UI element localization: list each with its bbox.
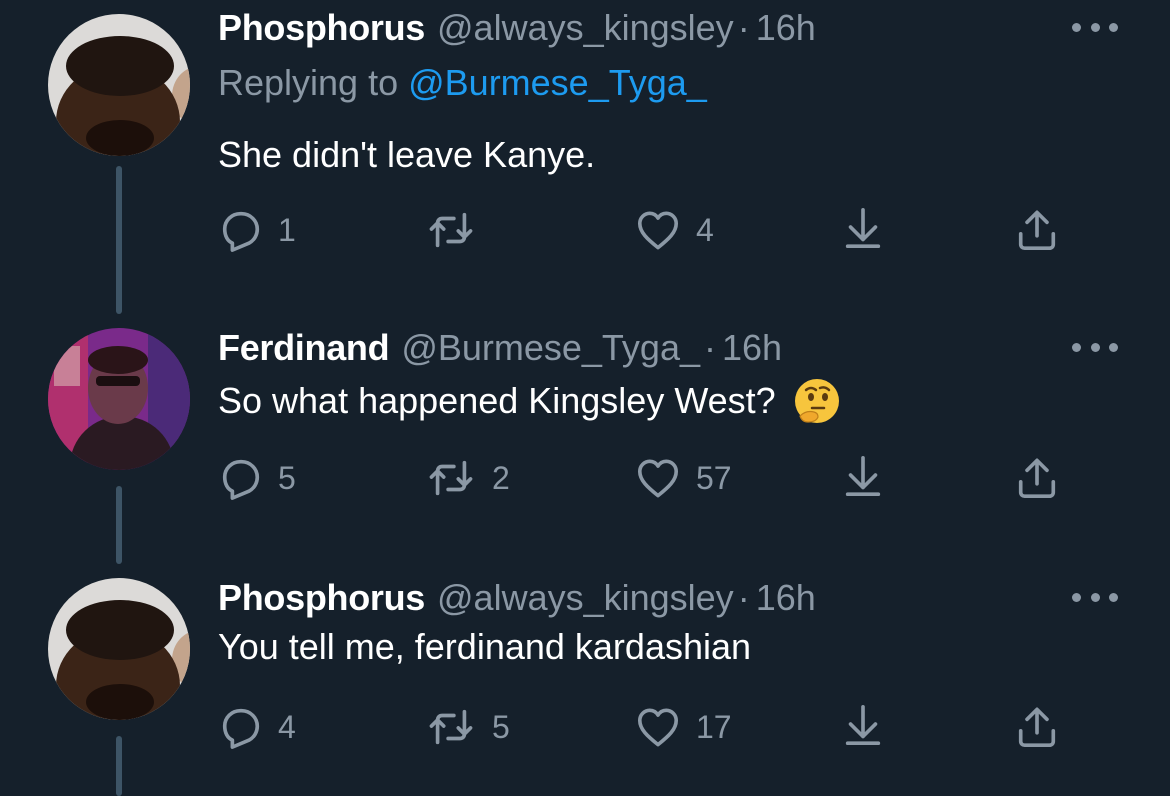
tweet-header: Ferdinand @Burmese_Tyga_ · 16h [218, 320, 782, 376]
like-button[interactable]: 17 [634, 702, 732, 752]
retweet-count: 5 [492, 708, 510, 745]
replying-to-mention[interactable]: @Burmese_Tyga_ [408, 62, 707, 103]
username[interactable]: @Burmese_Tyga_ [401, 327, 700, 369]
display-name[interactable]: Phosphorus [218, 577, 425, 619]
share-button[interactable] [1014, 702, 1060, 752]
replying-to: Replying to @Burmese_Tyga_ [218, 62, 707, 104]
retweet-count: 2 [492, 459, 510, 496]
reply-icon [218, 455, 264, 501]
retweet-icon [424, 207, 478, 253]
avatar[interactable] [48, 578, 190, 720]
more-options-icon[interactable] [1072, 340, 1118, 354]
tweet-text-content: So what happened Kingsley West? [218, 380, 776, 421]
thinking-face-emoji [792, 376, 842, 426]
tweet-text-content: She didn't leave Kanye. [218, 134, 596, 175]
download-button[interactable] [840, 451, 886, 501]
separator: · [737, 7, 750, 48]
avatar[interactable] [48, 328, 190, 470]
reply-count: 4 [278, 708, 296, 745]
replying-to-label: Replying to [218, 62, 409, 103]
tweet-3[interactable]: Phosphorus @always_kingsley · 16h You te… [0, 570, 1170, 789]
download-button[interactable] [840, 203, 886, 253]
heart-icon [634, 704, 682, 750]
reply-button[interactable]: 5 [218, 453, 296, 503]
reply-count: 5 [278, 459, 296, 496]
like-count: 4 [696, 211, 714, 248]
separator: · [704, 327, 716, 368]
share-button[interactable] [1014, 205, 1060, 255]
display-name[interactable]: Phosphorus [218, 7, 425, 49]
timestamp[interactable]: 16h [756, 7, 816, 49]
display-name[interactable]: Ferdinand [218, 327, 390, 369]
username[interactable]: @always_kingsley [437, 7, 734, 49]
reply-button[interactable]: 1 [218, 205, 296, 255]
download-icon [840, 205, 886, 251]
download-button[interactable] [840, 700, 886, 750]
like-button[interactable]: 57 [634, 453, 732, 503]
share-icon [1014, 455, 1060, 501]
like-count: 57 [696, 459, 732, 496]
retweet-icon [424, 704, 478, 750]
download-icon [840, 453, 886, 499]
more-options-icon[interactable] [1072, 20, 1118, 34]
tweet-text: You tell me, ferdinand kardashian [218, 626, 751, 668]
retweet-icon [424, 455, 478, 501]
separator: · [737, 577, 750, 618]
share-button[interactable] [1014, 453, 1060, 503]
tweet-text-content: You tell me, ferdinand kardashian [218, 626, 752, 667]
tweet-text: She didn't leave Kanye. [218, 134, 595, 176]
tweet-text: So what happened Kingsley West? [218, 376, 842, 426]
share-icon [1014, 207, 1060, 253]
heart-icon [634, 207, 682, 253]
retweet-button[interactable] [424, 205, 492, 255]
more-options-icon[interactable] [1072, 590, 1118, 604]
username[interactable]: @always_kingsley [437, 577, 734, 619]
reply-icon [218, 704, 264, 750]
timestamp[interactable]: 16h [756, 577, 816, 619]
timestamp[interactable]: 16h [722, 327, 782, 369]
download-icon [840, 702, 886, 748]
like-count: 17 [696, 708, 732, 745]
heart-icon [634, 455, 682, 501]
retweet-button[interactable]: 5 [424, 702, 510, 752]
reply-icon [218, 207, 264, 253]
avatar[interactable] [48, 14, 190, 156]
tweet-header: Phosphorus @always_kingsley · 16h [218, 570, 816, 626]
reply-button[interactable]: 4 [218, 702, 296, 752]
tweet-2[interactable]: Ferdinand @Burmese_Tyga_ · 16h So what h… [0, 320, 1170, 550]
share-icon [1014, 704, 1060, 750]
like-button[interactable]: 4 [634, 205, 714, 255]
tweet-header: Phosphorus @always_kingsley · 16h [218, 0, 816, 56]
reply-count: 1 [278, 211, 296, 248]
tweet-1[interactable]: Phosphorus @always_kingsley · 16h Replyi… [0, 0, 1170, 300]
retweet-button[interactable]: 2 [424, 453, 510, 503]
